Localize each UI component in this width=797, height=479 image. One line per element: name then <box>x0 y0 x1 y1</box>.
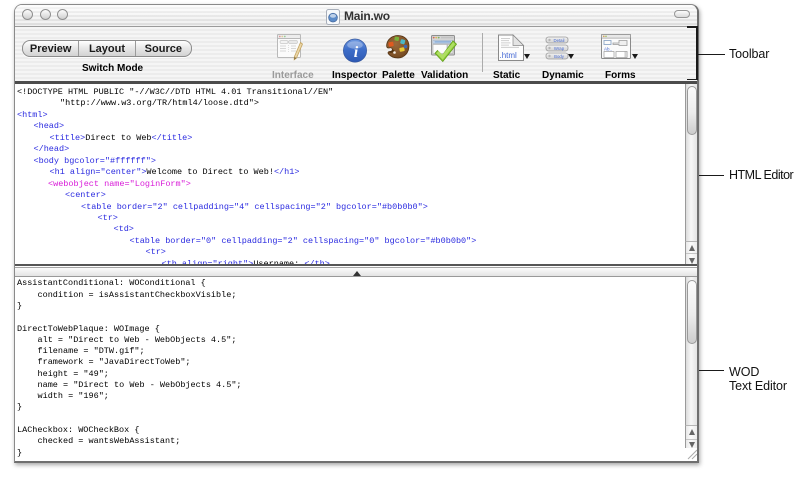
svg-text:Body: Body <box>554 54 565 59</box>
svg-text:Ab..: Ab.. <box>604 47 612 52</box>
svg-text:i: i <box>354 44 359 61</box>
svg-text:Wrap: Wrap <box>554 46 565 51</box>
svg-text:Detail: Detail <box>554 38 565 43</box>
svg-text:.html: .html <box>500 51 518 60</box>
